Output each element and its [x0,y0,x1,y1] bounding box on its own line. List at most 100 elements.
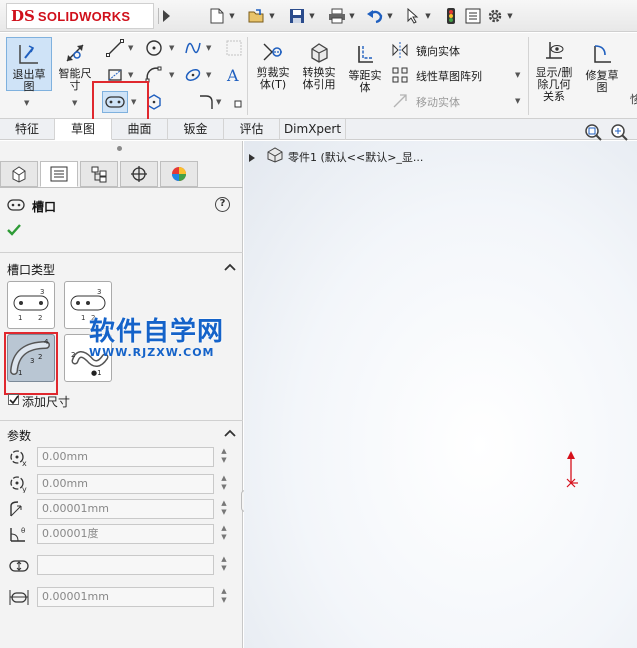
watermark-line2: WWW.RJZXW.COM [89,346,215,359]
center-y-icon: y [7,474,31,494]
ellipse-dropdown-icon[interactable]: ▼ [206,71,211,79]
new-document-icon[interactable] [206,5,228,27]
tab-features[interactable]: 特征 [0,119,55,140]
mirror-entities-icon[interactable] [389,39,411,61]
center-x-spinner[interactable]: ▲ ▼ [218,447,230,467]
arc-radius-input[interactable]: 0.00001mm [37,499,214,519]
display-delete-relations-button[interactable]: 显示/删 除几何 关系 [532,39,576,103]
repair-sketch-button[interactable]: 修复草 图 [580,42,624,94]
move-dropdown-icon[interactable]: ▼ [515,97,520,105]
open-dropdown-icon[interactable]: ▼ [268,12,276,20]
rebuild-traffic-light-icon[interactable] [440,5,462,27]
slot-length-input[interactable]: 0.00001mm [37,587,214,607]
point-icon[interactable] [227,93,249,115]
fillet-dropdown-icon[interactable]: ▼ [216,98,221,106]
convert-entities-icon [305,39,333,65]
configuration-manager-tab-icon[interactable] [80,161,118,187]
ellipse-icon[interactable] [182,64,204,86]
smart-dimension-button[interactable]: 智能尺 寸 [55,40,95,92]
panel-tabs-underline [0,187,243,188]
tab-evaluate[interactable]: 评估 [224,119,280,140]
options-dropdown-icon[interactable]: ▼ [506,12,514,20]
offset-entities-button[interactable]: 等距实 体 [344,42,386,94]
slot-length-spinner[interactable]: ▲ ▼ [218,587,230,607]
ribbon-overflow-edge: 恀 [630,93,637,106]
dimxpert-manager-tab-icon[interactable] [120,161,158,187]
print-icon[interactable] [326,5,348,27]
spline-dropdown-icon[interactable]: ▼ [206,44,211,52]
linear-pattern-icon[interactable] [389,64,411,86]
ribbon-separator [247,37,248,115]
open-folder-icon[interactable] [246,5,268,27]
trim-label: 剪裁实 体(T) [256,66,290,91]
new-dropdown-icon[interactable]: ▼ [228,12,236,20]
linear-pattern-dropdown-icon[interactable]: ▼ [515,71,520,79]
linear-pattern-label[interactable]: 线性草图阵列 [416,68,482,84]
exit-sketch-label: 退出草 图 [12,68,46,93]
save-dropdown-icon[interactable]: ▼ [308,12,316,20]
center-y-input[interactable]: 0.00mm [37,474,214,494]
tab-sheet-metal[interactable]: 钣金 [168,119,224,140]
display-manager-tab-icon[interactable] [160,161,198,187]
svg-text:y: y [22,485,27,493]
feature-tree-root[interactable]: 零件1 (默认<<默认>_显... [288,149,423,165]
options-gear-icon[interactable] [484,5,506,27]
ok-checkmark-icon[interactable] [7,224,21,239]
circle-dropdown-icon[interactable]: ▼ [169,44,174,52]
move-entities-label[interactable]: 移动实体 [416,94,460,110]
collapse-slot-type-icon[interactable] [224,262,236,274]
zoom-to-fit-icon[interactable] [584,123,602,144]
rectangle-dropdown-icon[interactable]: ▼ [128,71,133,79]
text-icon[interactable]: A [223,64,245,86]
print-dropdown-icon[interactable]: ▼ [348,12,356,20]
svg-text:2: 2 [38,314,42,322]
convert-entities-button[interactable]: 转换实 体引用 [298,39,340,91]
undo-dropdown-icon[interactable]: ▼ [386,12,394,20]
slot-width-spinner[interactable]: ▲ ▼ [218,555,230,575]
center-x-input[interactable]: 0.00mm [37,447,214,467]
title-bar: DS SOLIDWORKS ▼ ▼ ▼ ▼ ▼ ▼ ▼ [0,0,637,32]
section-divider [0,420,243,421]
exit-sketch-button[interactable]: 退出草 图 [6,37,52,93]
straight-slot-type-button[interactable]: 3 1 2 [7,281,55,329]
help-icon[interactable]: ? [215,197,230,212]
feature-manager-tab-icon[interactable] [0,161,38,187]
svg-text:x: x [22,459,27,467]
brand-name: SOLIDWORKS [37,8,131,24]
mirror-entities-label[interactable]: 镜向实体 [416,43,460,59]
trim-entities-button[interactable]: 剪裁实 体(T) [252,39,294,91]
arc-angle-spinner[interactable]: ▲ ▼ [218,524,230,544]
line-icon[interactable] [104,37,126,59]
collapse-parameters-icon[interactable] [224,428,236,440]
add-dimension-checkbox[interactable] [8,394,19,405]
circle-icon[interactable] [143,37,165,59]
select-cursor-icon[interactable] [402,5,424,27]
smart-dimension-icon [61,40,89,66]
file-properties-icon[interactable] [462,5,484,27]
exit-sketch-dropdown-icon[interactable]: ▼ [24,99,29,107]
move-entities-icon[interactable] [389,90,411,112]
center-y-spinner[interactable]: ▲ ▼ [218,474,230,494]
tab-surfaces[interactable]: 曲面 [112,119,168,140]
smart-dimension-dropdown-icon[interactable]: ▼ [72,99,77,107]
tab-dimxpert[interactable]: DimXpert [280,119,346,140]
property-manager-tab-icon[interactable] [40,161,78,187]
tree-expand-arrow-icon[interactable] [249,152,255,165]
slot-width-input[interactable] [37,555,214,575]
fillet-icon[interactable] [196,91,218,113]
undo-icon[interactable] [364,5,386,27]
line-dropdown-icon[interactable]: ▼ [128,44,133,52]
arc-dropdown-icon[interactable]: ▼ [169,71,174,79]
spline-icon[interactable] [182,37,204,59]
menu-expand-arrow-icon[interactable] [158,8,172,24]
save-icon[interactable] [286,5,308,27]
zoom-to-area-icon[interactable] [610,123,628,144]
convert-label: 转换实 体引用 [302,66,336,91]
arc-radius-spinner[interactable]: ▲ ▼ [218,499,230,519]
slot-length-icon [7,587,31,607]
arc-angle-input[interactable]: 0.00001度 [37,524,214,544]
tab-sketch[interactable]: 草图 [55,119,112,140]
solidworks-logo[interactable]: DS SOLIDWORKS [6,3,154,29]
graphics-area[interactable]: 零件1 (默认<<默认>_显... [244,124,637,648]
select-dropdown-icon[interactable]: ▼ [424,12,432,20]
